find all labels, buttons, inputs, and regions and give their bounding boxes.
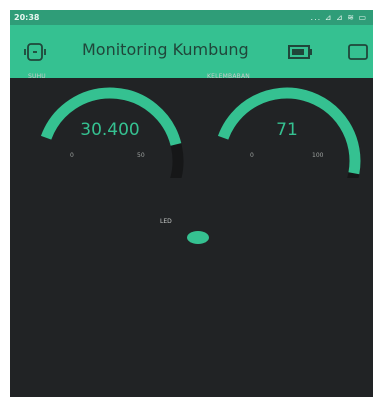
gauge-value: 30.400	[80, 120, 140, 140]
app-title: Monitoring Kumbung	[82, 40, 249, 59]
status-time: 20:38	[14, 13, 40, 22]
phone-screen: 20:38 ... ⊿ ⊿ ≋ ▭ Monitoring Kumbung SUH…	[10, 10, 373, 397]
led-indicator[interactable]	[187, 231, 209, 244]
gauge-max: 100	[312, 152, 324, 159]
gauge-value: 71	[276, 120, 298, 140]
device-icon[interactable]	[24, 43, 46, 61]
status-icons: ... ⊿ ⊿ ≋ ▭	[310, 13, 367, 22]
gauge-label: KELEMBABAN	[207, 73, 250, 80]
battery-icon[interactable]	[288, 43, 314, 61]
status-bar: 20:38 ... ⊿ ⊿ ≋ ▭	[10, 10, 373, 25]
app-bar: Monitoring Kumbung	[10, 25, 373, 78]
gauge-label: SUHU	[28, 73, 46, 80]
gauge-max: 50	[137, 152, 145, 159]
square-icon[interactable]	[347, 43, 369, 61]
led-label: LED	[160, 218, 172, 225]
gauge-min: 0	[250, 152, 254, 159]
gauge-min: 0	[70, 152, 74, 159]
